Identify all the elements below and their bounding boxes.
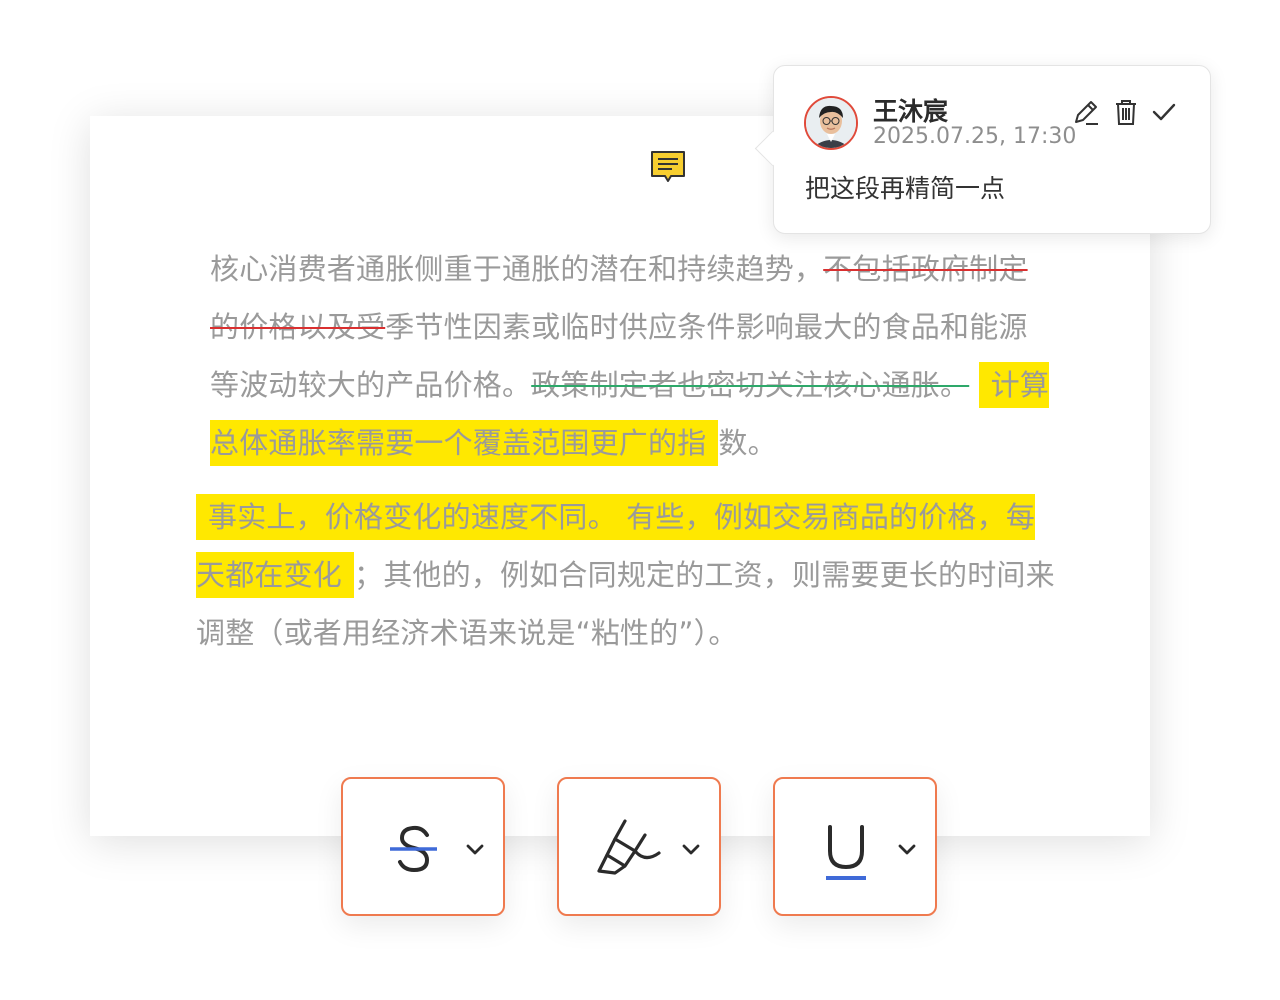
- avatar: [804, 96, 858, 150]
- highlighter-icon: [597, 819, 661, 875]
- document-body: 核心消费者通胀侧重于通胀的潜在和持续趋势，不包括政府制定的价格以及受季节性因素或…: [196, 240, 1056, 662]
- strikethrough-icon: [390, 825, 437, 873]
- chevron-down-icon[interactable]: [681, 843, 701, 857]
- chevron-down-icon[interactable]: [897, 843, 917, 857]
- comment-timestamp: 2025.07.25, 17:30: [873, 124, 1077, 149]
- trash-icon[interactable]: [1110, 96, 1142, 128]
- text-segment: 数。: [718, 426, 777, 460]
- comment-popup: 王沐宸 2025.07.25, 17:30 把这段再精简一点: [754, 65, 1211, 234]
- strikethrough-button[interactable]: [341, 777, 505, 916]
- underline-icon: [826, 825, 866, 880]
- strikethrough-green-text[interactable]: 政策制定者也密切关注核心通胀。: [531, 368, 969, 402]
- check-icon[interactable]: [1148, 96, 1180, 128]
- comment-author: 王沐宸: [873, 97, 949, 126]
- avatar-portrait-icon: [806, 98, 856, 148]
- pencil-icon[interactable]: [1070, 96, 1102, 128]
- comment-bubble-icon[interactable]: [650, 150, 686, 184]
- comment-text: 把这段再精简一点: [805, 174, 1006, 203]
- chevron-down-icon[interactable]: [465, 843, 485, 857]
- highlight-button[interactable]: [557, 777, 721, 916]
- text-segment: 核心消费者通胀侧重于通胀的潜在和持续趋势，: [210, 252, 824, 286]
- paragraph-2: 事实上，价格变化的速度不同。 有些，例如交易商品的价格，每天都在变化 ；其他的，例…: [196, 488, 1056, 662]
- underline-button[interactable]: [773, 777, 937, 916]
- paragraph-1: 核心消费者通胀侧重于通胀的潜在和持续趋势，不包括政府制定的价格以及受季节性因素或…: [196, 240, 1056, 472]
